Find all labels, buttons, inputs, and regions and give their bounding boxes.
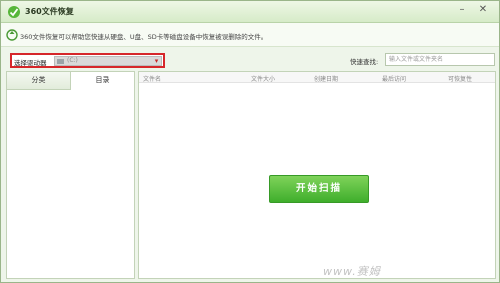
close-button[interactable]: ✕ bbox=[475, 3, 491, 16]
column-header-size[interactable]: 文件大小 bbox=[251, 74, 275, 83]
title-bar[interactable]: 360文件恢复 – ✕ bbox=[1, 1, 499, 23]
tab-category[interactable]: 分类 bbox=[7, 72, 71, 90]
column-header-row: 文件名 文件大小 创建日期 最后访问 可恢复性 bbox=[139, 72, 495, 83]
disk-icon bbox=[57, 59, 64, 64]
minimize-button[interactable]: – bbox=[454, 3, 470, 16]
watermark: www.赛姆 bbox=[323, 265, 381, 278]
file-list-panel: 文件名 文件大小 创建日期 最后访问 可恢复性 开始扫描 bbox=[138, 71, 496, 279]
app-logo-icon bbox=[8, 6, 20, 18]
info-bar: 360文件恢复可以帮助您快速从硬盘、U盘、SD卡等磁盘设备中恢复被误删除的文件。 bbox=[1, 23, 499, 47]
column-header-created[interactable]: 创建日期 bbox=[314, 74, 338, 83]
recycle-icon bbox=[6, 29, 18, 41]
chevron-down-icon[interactable]: ▾ bbox=[153, 58, 160, 65]
left-panel: 分类 目录 bbox=[6, 71, 135, 279]
drive-dropdown[interactable]: (C:) ▾ bbox=[54, 56, 162, 66]
drive-selector: 选择驱动器 (C:) ▾ bbox=[10, 53, 165, 68]
tab-directory[interactable]: 目录 bbox=[71, 72, 134, 90]
window-title: 360文件恢复 bbox=[25, 7, 74, 16]
search-label: 快速查找: bbox=[350, 58, 379, 66]
column-header-recoverability[interactable]: 可恢复性 bbox=[448, 74, 472, 83]
search-input[interactable] bbox=[385, 53, 495, 66]
start-scan-button[interactable]: 开始扫描 bbox=[269, 175, 369, 203]
drive-label: 选择驱动器 bbox=[14, 59, 47, 67]
column-header-accessed[interactable]: 最后访问 bbox=[382, 74, 406, 83]
app-window: 360文件恢复 – ✕ 360文件恢复可以帮助您快速从硬盘、U盘、SD卡等磁盘设… bbox=[0, 0, 500, 283]
info-text: 360文件恢复可以帮助您快速从硬盘、U盘、SD卡等磁盘设备中恢复被误删除的文件。 bbox=[20, 33, 268, 41]
column-header-name[interactable]: 文件名 bbox=[143, 74, 161, 83]
drive-value: (C:) bbox=[67, 57, 78, 64]
